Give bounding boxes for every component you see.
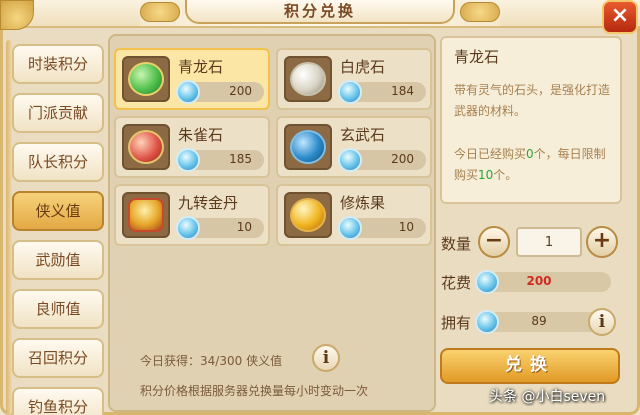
price-pill: 185: [176, 148, 264, 172]
close-button[interactable]: ×: [602, 0, 638, 34]
quantity-label: 数量: [441, 235, 472, 253]
cost-bar: 200: [475, 270, 611, 294]
vermilion-bird-stone-icon: [128, 130, 164, 164]
azure-dragon-stone-icon: [128, 62, 164, 96]
tab-military-merit[interactable]: 武勋值: [12, 240, 104, 280]
item-name: 修炼果: [340, 194, 386, 212]
tab-fashion-points[interactable]: 时装积分: [12, 44, 104, 84]
detail-description: 带有灵气的石头，是强化打造武器的材料。: [454, 83, 611, 118]
price-pill: 10: [176, 216, 264, 240]
today-earned-value: 34/300: [200, 354, 243, 368]
owned-info-icon[interactable]: i: [588, 308, 616, 336]
item-detail-panel: 青龙石 带有灵气的石头，是强化打造武器的材料。 今日已经购买0个，每日限制购买1…: [440, 36, 622, 204]
tab-mentor[interactable]: 良师值: [12, 289, 104, 329]
item-icon-frame: [284, 124, 332, 170]
owned-label: 拥有: [441, 314, 472, 332]
sidebar: 时装积分 门派贡献 队长积分 侠义值 武勋值 良师值 召回积分 钓鱼积分: [4, 30, 106, 415]
limit-prefix: 今日已经购买: [454, 147, 527, 161]
title-plate: 积分兑换: [185, 0, 455, 24]
item-price: 184: [391, 84, 414, 98]
tab-fishing-points[interactable]: 钓鱼积分: [12, 387, 104, 415]
today-earned-unit: 侠义值: [246, 354, 283, 368]
watermark: 头条 @小白seven: [489, 389, 606, 405]
item-card-azure-dragon-stone[interactable]: 青龙石 200: [114, 48, 270, 110]
tab-captain-points[interactable]: 队长积分: [12, 142, 104, 182]
item-icon-frame: [284, 192, 332, 238]
item-price: 200: [391, 152, 414, 166]
info-icon[interactable]: i: [312, 344, 340, 372]
item-card-vermilion-bird-stone[interactable]: 朱雀石 185: [114, 116, 270, 178]
item-price: 10: [236, 220, 252, 234]
tab-chivalry[interactable]: 侠义值: [12, 191, 104, 231]
item-card-black-tortoise-stone[interactable]: 玄武石 200: [276, 116, 432, 178]
price-pill: 10: [338, 216, 426, 240]
item-name: 白虎石: [340, 58, 386, 76]
exchange-button[interactable]: 兑换: [440, 348, 620, 384]
black-tortoise-stone-icon: [290, 130, 326, 164]
increase-button[interactable]: +: [586, 226, 618, 258]
price-pill: 200: [176, 80, 264, 104]
today-earned-label: 今日获得：: [140, 354, 201, 368]
item-price: 200: [229, 84, 252, 98]
price-pill: 184: [338, 80, 426, 104]
item-icon-frame: [284, 56, 332, 102]
tab-recall-points[interactable]: 召回积分: [12, 338, 104, 378]
item-price: 185: [229, 152, 252, 166]
item-grid-panel: 青龙石 200 白虎石 184 朱雀石 185 玄武石 200 九转金丹 10 …: [108, 34, 436, 412]
item-name: 玄武石: [340, 126, 386, 144]
price-pill: 200: [338, 148, 426, 172]
today-earned: 今日获得：34/300 侠义值: [140, 352, 282, 369]
item-card-golden-elixir[interactable]: 九转金丹 10: [114, 184, 270, 246]
item-icon-frame: [122, 56, 170, 102]
item-name: 九转金丹: [178, 194, 239, 212]
page-title: 积分兑换: [283, 2, 356, 20]
item-icon-frame: [122, 124, 170, 170]
owned-value: 89: [531, 314, 547, 328]
quantity-input[interactable]: [516, 227, 582, 257]
tab-sect-contribution[interactable]: 门派贡献: [12, 93, 104, 133]
item-card-cultivation-fruit[interactable]: 修炼果 10: [276, 184, 432, 246]
currency-icon: [176, 148, 200, 172]
cost-value: 200: [526, 274, 552, 288]
currency-icon: [338, 148, 362, 172]
item-name: 朱雀石: [178, 126, 224, 144]
limit-suffix: 个。: [493, 168, 518, 182]
bought-count: 0: [526, 147, 534, 161]
decrease-button[interactable]: −: [478, 226, 510, 258]
detail-title: 青龙石: [454, 48, 500, 66]
cost-label: 花费: [441, 274, 472, 292]
knot-ornament-right: [460, 2, 500, 22]
price-note: 积分价格根据服务器兑换量每小时变动一次: [140, 384, 369, 398]
item-name: 青龙石: [178, 58, 224, 76]
title-bar: 积分兑换 ×: [0, 0, 640, 34]
purchase-limit-text: 今日已经购买0个，每日限制购买10个。: [454, 144, 614, 186]
item-icon-frame: [122, 192, 170, 238]
white-tiger-stone-icon: [290, 62, 326, 96]
daily-limit: 10: [478, 168, 494, 182]
currency-icon: [338, 216, 362, 240]
item-price: 10: [398, 220, 414, 234]
item-card-white-tiger-stone[interactable]: 白虎石 184: [276, 48, 432, 110]
currency-icon: [176, 80, 200, 104]
golden-elixir-icon: [128, 198, 164, 232]
currency-icon: [338, 80, 362, 104]
cultivation-fruit-icon: [290, 198, 326, 232]
currency-icon: [176, 216, 200, 240]
knot-ornament-left: [140, 2, 180, 22]
corner-ornament-left: [0, 0, 34, 30]
